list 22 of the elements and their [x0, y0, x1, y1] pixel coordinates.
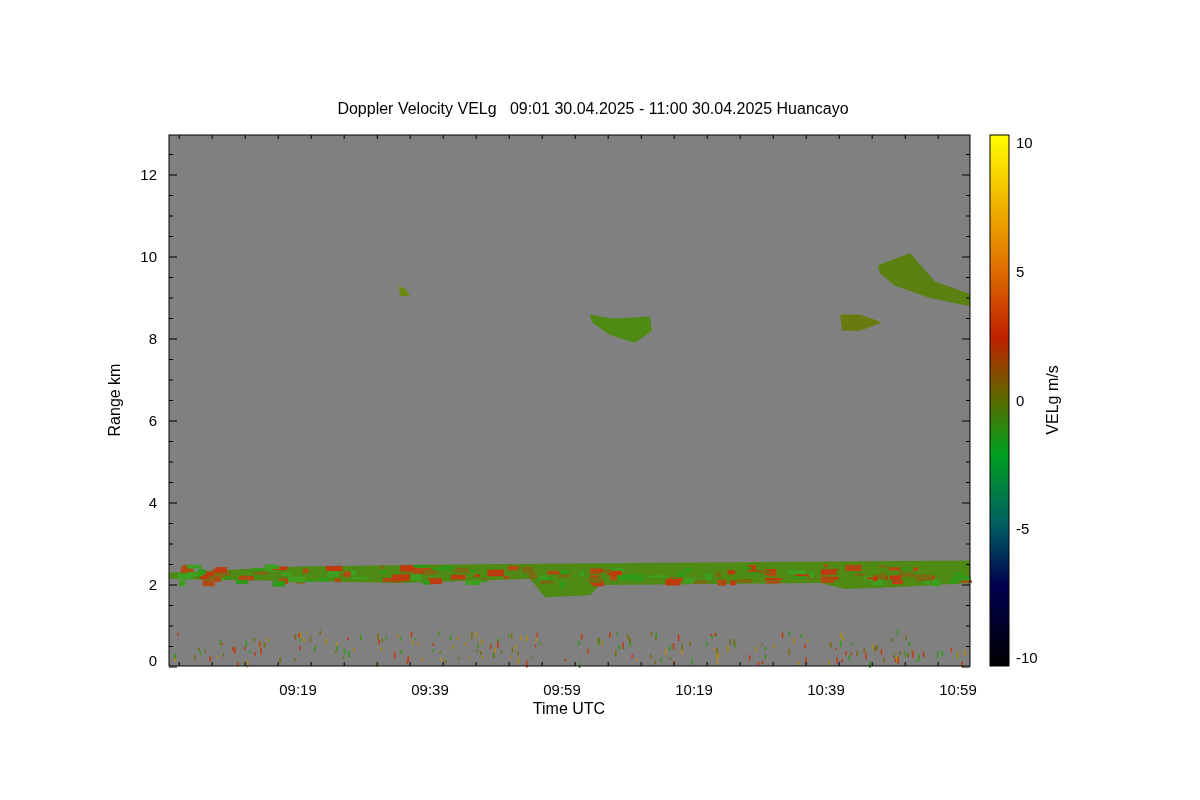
chart-title: Doppler Velocity VELg 09:01 30.04.2025 - 11:00 30.04.2025 Huancayo	[337, 100, 849, 117]
y-tick-label: 2	[148, 576, 157, 593]
y-tick-label: 0	[148, 652, 157, 669]
x-tick-label: 10:39	[807, 681, 845, 698]
x-tick-label: 10:59	[939, 681, 977, 698]
y-tick-label: 8	[148, 330, 157, 347]
x-tick-label: 09:59	[543, 681, 581, 698]
colorbar-tick-label: -5	[1016, 520, 1030, 538]
colorbar-tick-label: 0	[1016, 391, 1025, 409]
x-tick-label: 10:19	[675, 681, 713, 698]
colorbar-tick-label: 5	[1016, 262, 1025, 280]
y-tick-label: 6	[148, 412, 157, 429]
y-tick-label: 10	[140, 248, 157, 265]
y-tick-label: 12	[140, 166, 157, 183]
x-tick-label: 09:39	[411, 681, 449, 698]
x-tick-label: 09:19	[279, 681, 317, 698]
colorbar-tick-label: -10	[1016, 649, 1038, 666]
y-axis-label: Range km	[106, 363, 123, 437]
x-axis-label: Time UTC	[532, 700, 606, 717]
colorbar-tick-label: 10	[1016, 134, 1033, 151]
y-tick-label: 4	[148, 494, 157, 511]
colorbar-label: VELg m/s	[1044, 365, 1061, 435]
